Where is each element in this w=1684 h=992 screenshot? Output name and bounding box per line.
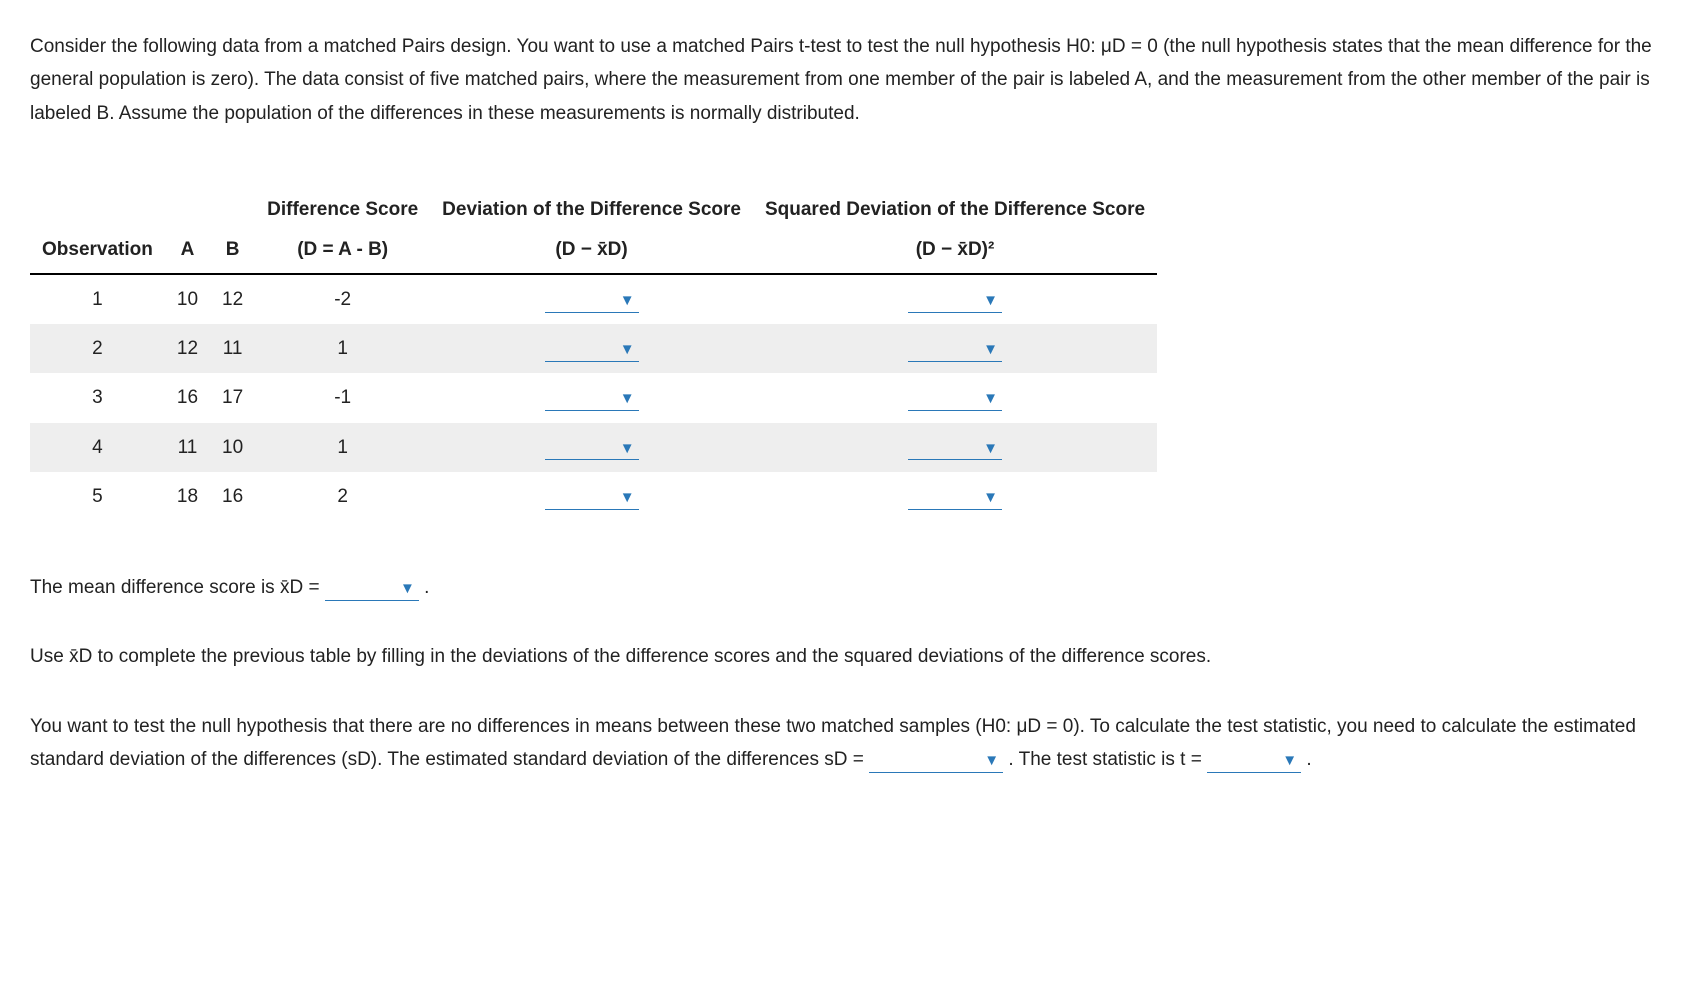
instr3-post: . [1301, 749, 1312, 770]
cell-b: 11 [210, 324, 255, 373]
cell-d: -2 [255, 274, 430, 324]
squared-dev-dropdown[interactable]: ▼ [908, 437, 1002, 461]
mean-diff-dropdown[interactable]: ▼ [325, 577, 419, 601]
cell-obs: 1 [30, 274, 165, 324]
cell-d: 2 [255, 472, 430, 521]
chevron-down-icon: ▼ [983, 390, 998, 408]
table-row: 5 18 16 2 ▼ ▼ [30, 472, 1157, 521]
cell-d: 1 [255, 324, 430, 373]
deviation-dropdown[interactable]: ▼ [545, 387, 639, 411]
table-row: 2 12 11 1 ▼ ▼ [30, 324, 1157, 373]
instructions-fill-table: Use x̄D to complete the previous table b… [30, 640, 1654, 673]
col-sq-top: Squared Deviation of the Difference Scor… [753, 190, 1157, 231]
instr3-pre: You want to test the null hypothesis tha… [30, 716, 1636, 770]
squared-dev-dropdown[interactable]: ▼ [908, 338, 1002, 362]
chevron-down-icon: ▼ [620, 489, 635, 507]
intro-paragraph: Consider the following data from a match… [30, 30, 1654, 130]
chevron-down-icon: ▼ [620, 390, 635, 408]
cell-a: 16 [165, 373, 210, 422]
mean-diff-post: . [419, 577, 430, 598]
cell-b: 10 [210, 423, 255, 472]
col-diff-top: Difference Score [255, 190, 430, 231]
chevron-down-icon: ▼ [984, 752, 999, 770]
chevron-down-icon: ▼ [1282, 752, 1297, 770]
cell-d: 1 [255, 423, 430, 472]
cell-a: 10 [165, 274, 210, 324]
cell-a: 11 [165, 423, 210, 472]
cell-a: 12 [165, 324, 210, 373]
chevron-down-icon: ▼ [400, 580, 415, 598]
cell-b: 17 [210, 373, 255, 422]
squared-dev-dropdown[interactable]: ▼ [908, 289, 1002, 313]
chevron-down-icon: ▼ [983, 292, 998, 310]
t-stat-dropdown[interactable]: ▼ [1207, 749, 1301, 773]
cell-obs: 5 [30, 472, 165, 521]
deviation-dropdown[interactable]: ▼ [545, 338, 639, 362]
cell-obs: 4 [30, 423, 165, 472]
squared-dev-dropdown[interactable]: ▼ [908, 486, 1002, 510]
data-table: Difference Score Deviation of the Differ… [30, 190, 1157, 521]
instr3-mid: . The test statistic is t = [1003, 749, 1207, 770]
chevron-down-icon: ▼ [620, 341, 635, 359]
cell-obs: 2 [30, 324, 165, 373]
table-row: 4 11 10 1 ▼ ▼ [30, 423, 1157, 472]
table-row: 1 10 12 -2 ▼ ▼ [30, 274, 1157, 324]
deviation-dropdown[interactable]: ▼ [545, 437, 639, 461]
chevron-down-icon: ▼ [620, 440, 635, 458]
col-a: A [165, 230, 210, 274]
deviation-dropdown[interactable]: ▼ [545, 486, 639, 510]
cell-b: 16 [210, 472, 255, 521]
sd-dropdown[interactable]: ▼ [869, 749, 1003, 773]
chevron-down-icon: ▼ [620, 292, 635, 310]
table-row: 3 16 17 -1 ▼ ▼ [30, 373, 1157, 422]
deviation-dropdown[interactable]: ▼ [545, 289, 639, 313]
chevron-down-icon: ▼ [983, 440, 998, 458]
col-b: B [210, 230, 255, 274]
cell-obs: 3 [30, 373, 165, 422]
squared-dev-dropdown[interactable]: ▼ [908, 387, 1002, 411]
col-sq-sub: (D − x̄D)² [753, 230, 1157, 274]
col-diff-sub: (D = A - B) [255, 230, 430, 274]
chevron-down-icon: ▼ [983, 489, 998, 507]
col-dev-top: Deviation of the Difference Score [430, 190, 753, 231]
mean-diff-line: The mean difference score is x̄D = ▼ . [30, 571, 1654, 604]
mean-diff-text: The mean difference score is x̄D = [30, 577, 325, 598]
chevron-down-icon: ▼ [983, 341, 998, 359]
cell-d: -1 [255, 373, 430, 422]
col-obs: Observation [30, 230, 165, 274]
cell-b: 12 [210, 274, 255, 324]
col-dev-sub: (D − x̄D) [430, 230, 753, 274]
cell-a: 18 [165, 472, 210, 521]
instructions-test-stat: You want to test the null hypothesis tha… [30, 710, 1654, 777]
